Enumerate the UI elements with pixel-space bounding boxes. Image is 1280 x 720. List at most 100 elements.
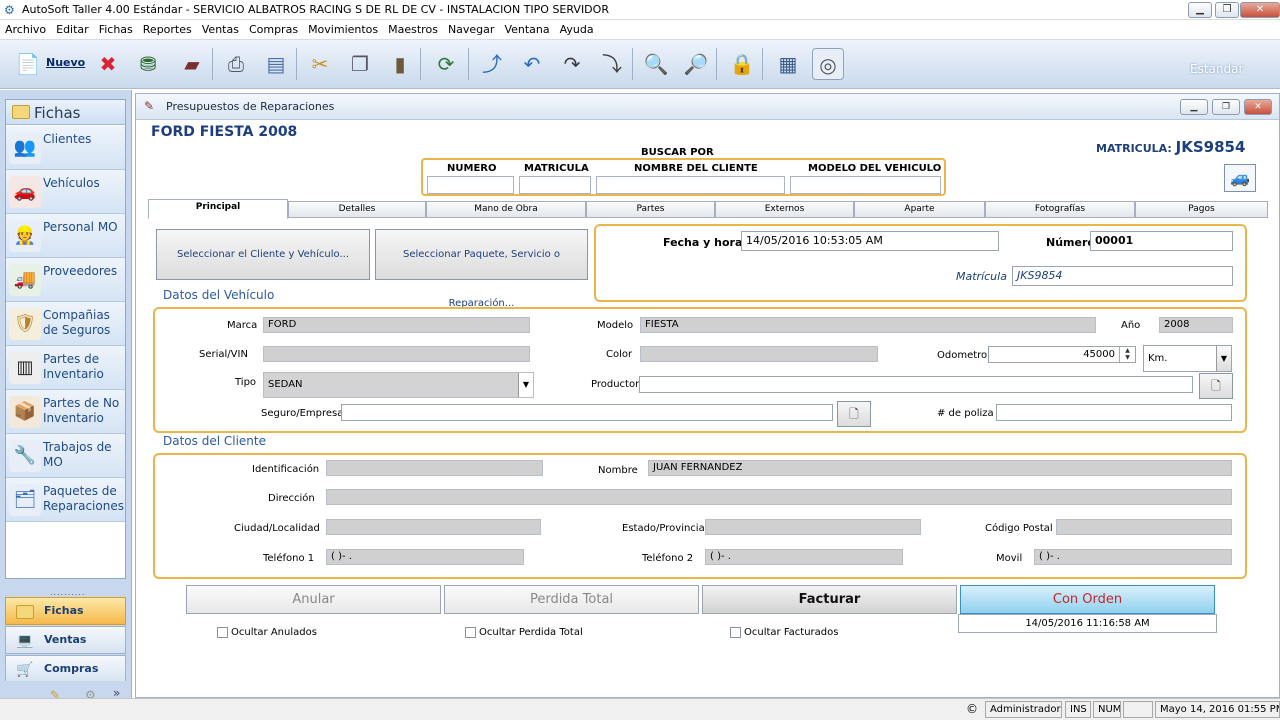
numero-input[interactable]: 00001 bbox=[1090, 231, 1233, 251]
seguro-input[interactable] bbox=[341, 404, 833, 421]
cp-field[interactable] bbox=[1056, 519, 1232, 535]
cut-icon[interactable]: ✂ bbox=[304, 48, 336, 80]
group-button-fichas[interactable]: Fichas bbox=[5, 597, 126, 625]
tab-partes[interactable]: Partes bbox=[586, 201, 715, 218]
paste-icon[interactable]: ▮ bbox=[384, 48, 416, 80]
tab-aparte[interactable]: Aparte bbox=[854, 201, 985, 218]
down-arrow-icon[interactable]: ⤵ bbox=[596, 48, 628, 80]
minimize-button[interactable]: ▁ bbox=[1188, 2, 1212, 18]
productor-browse-button[interactable]: 🗋 bbox=[1199, 373, 1233, 399]
serial-field[interactable] bbox=[263, 346, 530, 362]
tab-fotografias[interactable]: Fotografías bbox=[985, 201, 1135, 218]
select-package-button[interactable]: Seleccionar Paquete, Servicio o Reparaci… bbox=[375, 229, 588, 309]
sidebar-item-clientes[interactable]: 👥 Clientes bbox=[6, 126, 125, 170]
perdida-total-button[interactable]: Perdida Total bbox=[444, 585, 699, 614]
anio-field[interactable]: 2008 bbox=[1159, 317, 1233, 333]
redo-icon[interactable]: ↷ bbox=[556, 48, 588, 80]
ocultar-anulados-checkbox[interactable] bbox=[217, 627, 228, 638]
tipo-select[interactable]: SEDAN ▼ bbox=[263, 372, 534, 398]
undo-icon[interactable]: ↶ bbox=[516, 48, 548, 80]
tab-detalles[interactable]: Detalles bbox=[288, 201, 426, 218]
delete-icon[interactable]: ✖ bbox=[92, 48, 124, 80]
group-button-ventas[interactable]: 💻 Ventas bbox=[5, 626, 126, 654]
menu-movimientos[interactable]: Movimientos bbox=[303, 20, 383, 40]
anular-button[interactable]: Anular bbox=[186, 585, 441, 614]
telefono2-field[interactable]: ( )- . bbox=[705, 549, 903, 565]
menu-navegar[interactable]: Navegar bbox=[443, 20, 500, 40]
print-icon[interactable]: ⎙ bbox=[220, 48, 252, 80]
splitter-grip[interactable]: .......... bbox=[50, 588, 85, 597]
group-button-compras[interactable]: 🛒 Compras bbox=[5, 655, 126, 683]
menu-maestros[interactable]: Maestros bbox=[383, 20, 443, 40]
new-document-icon[interactable]: 📄 bbox=[12, 48, 44, 80]
tab-principal[interactable]: Principal bbox=[148, 199, 288, 219]
calculator-icon[interactable]: ▦ bbox=[772, 48, 804, 80]
print-preview-icon[interactable]: ▤ bbox=[260, 48, 292, 80]
doc-minimize-button[interactable]: ▁ bbox=[1180, 99, 1208, 115]
book-icon[interactable]: ▰ bbox=[176, 48, 208, 80]
unidad-select[interactable]: Km. ▼ bbox=[1143, 345, 1232, 372]
telefono1-field[interactable]: ( )- . bbox=[326, 549, 524, 565]
identificacion-field[interactable] bbox=[326, 460, 543, 476]
up-arrow-icon[interactable]: ⤴ bbox=[476, 48, 508, 80]
nombre-field[interactable]: JUAN FERNANDEZ bbox=[648, 460, 1232, 476]
close-button[interactable]: ✕ bbox=[1240, 2, 1280, 18]
menu-compras[interactable]: Compras bbox=[244, 20, 303, 40]
productor-input[interactable] bbox=[639, 376, 1193, 393]
ocultar-perdida-checkbox[interactable] bbox=[465, 627, 476, 638]
tab-mano-de-obra[interactable]: Mano de Obra bbox=[426, 201, 586, 218]
sidebar-item-personal-mo[interactable]: 👷 Personal MO bbox=[6, 214, 125, 258]
menu-reportes[interactable]: Reportes bbox=[138, 20, 197, 40]
compass-icon[interactable]: ◎ bbox=[812, 48, 844, 80]
sidebar-item-companias-seguros[interactable]: 🛡 Compañias de Seguros bbox=[6, 302, 125, 346]
ocultar-facturados-checkbox[interactable] bbox=[730, 627, 741, 638]
select-client-vehicle-button[interactable]: Seleccionar el Cliente y Vehículo... bbox=[156, 229, 370, 280]
menu-ventana[interactable]: Ventana bbox=[499, 20, 554, 40]
maximize-button[interactable]: ❐ bbox=[1215, 2, 1239, 18]
menu-editar[interactable]: Editar bbox=[51, 20, 94, 40]
copy-icon[interactable]: ❐ bbox=[344, 48, 376, 80]
sidebar-item-proveedores[interactable]: 🚚 Proveedores bbox=[6, 258, 125, 302]
chevron-down-icon[interactable]: ▼ bbox=[1216, 346, 1231, 371]
sidebar-item-trabajos-mo[interactable]: 🔧 Trabajos de MO bbox=[6, 434, 125, 478]
fecha-input[interactable]: 14/05/2016 10:53:05 AM bbox=[741, 231, 999, 251]
sidebar-item-partes-inventario[interactable]: ▥ Partes de Inventario bbox=[6, 346, 125, 390]
search-nombre-input[interactable] bbox=[596, 176, 785, 194]
refresh-icon[interactable]: ⟳ bbox=[430, 48, 462, 80]
menu-ventas[interactable]: Ventas bbox=[197, 20, 244, 40]
estado-field[interactable] bbox=[705, 519, 921, 535]
tab-externos[interactable]: Externos bbox=[715, 201, 854, 218]
menu-ayuda[interactable]: Ayuda bbox=[555, 20, 599, 40]
search-modelo-input[interactable] bbox=[790, 176, 941, 194]
save-icon[interactable]: ⛃ bbox=[132, 48, 164, 80]
movil-field[interactable]: ( )- . bbox=[1034, 549, 1232, 565]
matricula-input[interactable]: JKS9854 bbox=[1012, 266, 1233, 286]
modelo-field[interactable]: FIESTA bbox=[640, 317, 1096, 333]
con-orden-button[interactable]: Con Orden bbox=[960, 585, 1215, 614]
marca-field[interactable]: FORD bbox=[263, 317, 530, 333]
sidebar-item-partes-no-inventario[interactable]: 📦 Partes de No Inventario bbox=[6, 390, 125, 434]
search-numero-input[interactable] bbox=[427, 176, 514, 194]
odometro-spinner[interactable]: ▲ ▼ bbox=[1119, 347, 1135, 362]
sidebar-item-paquetes-reparaciones[interactable]: 🗂 Paquetes de Reparaciones bbox=[6, 478, 125, 522]
nuevo-button[interactable]: Nuevo bbox=[46, 56, 85, 69]
find-icon[interactable]: 🔎 bbox=[680, 48, 712, 80]
poliza-input[interactable] bbox=[996, 404, 1232, 421]
odometro-input[interactable]: 45000 bbox=[988, 346, 1136, 363]
tab-pagos[interactable]: Pagos bbox=[1135, 201, 1268, 218]
doc-close-button[interactable]: ✕ bbox=[1244, 99, 1272, 115]
search-icon[interactable]: 🔍 bbox=[640, 48, 672, 80]
direccion-field[interactable] bbox=[326, 489, 1232, 505]
seguro-browse-button[interactable]: 🗋 bbox=[837, 401, 871, 427]
color-field[interactable] bbox=[640, 346, 878, 362]
menu-fichas[interactable]: Fichas bbox=[94, 20, 138, 40]
doc-restore-button[interactable]: ❐ bbox=[1212, 99, 1240, 115]
sidebar-item-vehiculos[interactable]: 🚗 Vehículos bbox=[6, 170, 125, 214]
chevron-down-icon[interactable]: ▼ bbox=[518, 373, 533, 397]
menu-archivo[interactable]: Archivo bbox=[0, 20, 51, 40]
search-matricula-input[interactable] bbox=[519, 176, 591, 194]
lock-icon[interactable]: 🔒 bbox=[726, 48, 758, 80]
facturar-button[interactable]: Facturar bbox=[702, 585, 957, 614]
ciudad-field[interactable] bbox=[326, 519, 541, 535]
vehicle-lookup-button[interactable]: 🚙 bbox=[1224, 164, 1256, 192]
